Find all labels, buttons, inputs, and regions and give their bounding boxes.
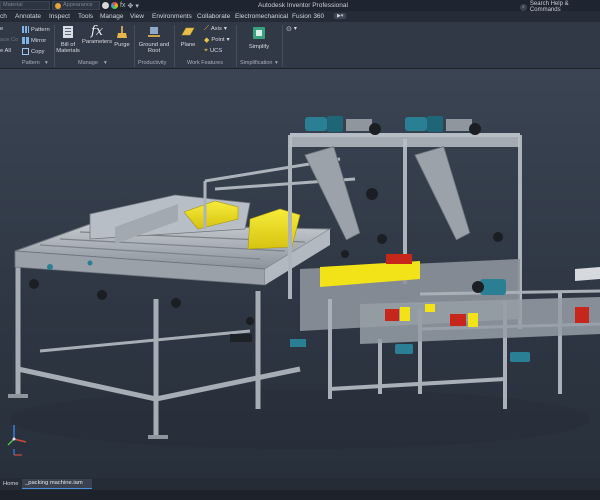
axis-icon: ⟋ <box>204 25 209 32</box>
axis-triad[interactable] <box>7 425 27 446</box>
fx-icon[interactable]: fx <box>120 2 125 9</box>
ground-and-root-label: Ground and Root <box>138 41 170 55</box>
panel-separator <box>134 25 135 67</box>
quick-access-toolbar: Material Appearance fx ✥ ▾ <box>0 1 139 10</box>
home-tab[interactable]: Home <box>1 480 20 488</box>
simplify-label: Simplify <box>248 43 270 50</box>
axis-label: Axis <box>210 26 222 32</box>
axis-triad-small <box>13 449 22 456</box>
chevron-down-icon[interactable]: ▾ <box>45 60 48 66</box>
status-bar <box>0 490 600 500</box>
graphics-viewport[interactable] <box>0 69 600 478</box>
pattern-icon <box>22 26 29 33</box>
bill-of-materials-label: Bill of Materials <box>56 41 80 55</box>
copy-label: Copy <box>31 48 45 55</box>
point-label: Point <box>211 37 225 43</box>
plane-label: Plane <box>180 41 196 48</box>
edge-module <box>575 267 600 281</box>
plane-icon <box>181 27 195 36</box>
search-icon: ⌕ <box>520 3 527 11</box>
foot-plate <box>148 435 168 439</box>
adjust-appearance-icon[interactable] <box>111 2 118 9</box>
title-bar: Material Appearance fx ✥ ▾ Autodesk Inve… <box>0 0 600 13</box>
material-dropdown[interactable]: Material <box>0 1 50 10</box>
roller-wheels <box>341 188 503 258</box>
broom-icon <box>117 26 127 38</box>
work-features-panel-label[interactable]: Work Features <box>187 60 223 66</box>
pattern-button[interactable]: Pattern <box>22 26 50 33</box>
tab-view[interactable]: View <box>130 13 144 20</box>
productivity-panel-label[interactable]: Productivity <box>138 60 166 66</box>
tab-electromechanical[interactable]: Electromechanical <box>235 13 288 20</box>
ribbon-options-button[interactable]: ⊙ ▾ <box>286 25 297 33</box>
ribbon: e ace Co e All Pattern Mirror Copy Patte… <box>0 22 600 69</box>
settings-icon: ⊙ <box>286 26 292 33</box>
tab-manage[interactable]: Manage <box>100 13 124 20</box>
top-motors[interactable] <box>305 116 481 135</box>
purge-label: Purge <box>114 41 130 48</box>
tab-tools[interactable]: Tools <box>78 13 93 20</box>
document-tab-packing-machine[interactable]: _packing machine.iam <box>22 479 92 489</box>
panel-separator <box>236 25 237 67</box>
ground-and-root-icon <box>148 27 160 37</box>
video-icon[interactable]: ▶▾ <box>334 13 347 19</box>
tab-sketch[interactable]: ch <box>0 13 7 20</box>
point-icon: ◆ <box>204 37 210 44</box>
ribbon-tab-bar: ch Annotate Inspect Tools Manage View En… <box>0 11 600 22</box>
mirror-icon <box>22 37 29 44</box>
tab-annotate[interactable]: Annotate <box>15 13 41 20</box>
move-icon[interactable]: ✥ <box>127 2 133 10</box>
simplify-button[interactable]: Simplify <box>244 25 274 50</box>
foot-plate <box>8 394 28 398</box>
pattern-label: Pattern <box>31 26 50 33</box>
chevron-down-icon[interactable]: ▾ <box>104 60 107 66</box>
panel-separator <box>174 25 175 67</box>
copy-button[interactable]: Copy <box>22 48 45 55</box>
tab-inspect[interactable]: Inspect <box>49 13 70 20</box>
document-tab-bar: Home _packing machine.iam <box>0 478 600 490</box>
simplify-icon <box>253 27 265 39</box>
tab-fusion-360[interactable]: Fusion 360 <box>292 13 324 20</box>
fx-parameters-icon: fx <box>90 24 104 39</box>
packing-machine-model[interactable] <box>0 69 600 478</box>
app-title: Autodesk Inventor Professional <box>258 2 348 9</box>
copy-icon <box>22 48 29 55</box>
ground-and-root-button[interactable]: Ground and Root <box>136 25 172 55</box>
caster-wheels <box>29 279 254 325</box>
pattern-left-fragment-2[interactable]: ace Co <box>0 37 18 43</box>
mirror-label: Mirror <box>31 37 47 44</box>
red-component <box>386 254 412 264</box>
chevron-down-icon: ▾ <box>293 26 297 32</box>
pattern-left-fragment-3[interactable]: e All <box>0 48 11 54</box>
chute-right[interactable] <box>414 145 475 244</box>
pattern-left-fragment-1[interactable]: e <box>0 26 3 32</box>
chevron-down-icon[interactable]: ▾ <box>227 37 230 43</box>
axis-button[interactable]: ⟋ Axis ▾ <box>204 25 227 33</box>
tab-collaborate[interactable]: Collaborate <box>197 13 230 20</box>
clear-appearance-icon[interactable] <box>102 2 109 9</box>
yellow-guard-right[interactable] <box>247 208 301 250</box>
ucs-label: UCS <box>209 48 223 54</box>
ucs-icon: ⌖ <box>204 47 208 54</box>
panel-separator <box>282 25 283 67</box>
point-button[interactable]: ◆ Point ▾ <box>204 36 230 44</box>
tab-environments[interactable]: Environments <box>152 13 192 20</box>
manage-panel-label[interactable]: Manage <box>78 60 98 66</box>
dropdown-icon[interactable]: ▾ <box>135 2 139 10</box>
chevron-down-icon[interactable]: ▾ <box>275 60 278 66</box>
simplification-panel-label[interactable]: Simplification <box>240 60 272 66</box>
purge-button[interactable]: Purge <box>112 25 132 48</box>
bill-of-materials-button[interactable]: Bill of Materials <box>55 25 81 55</box>
ucs-button[interactable]: ⌖ UCS <box>204 47 222 55</box>
pattern-panel-label[interactable]: Pattern <box>22 60 40 66</box>
mirror-button[interactable]: Mirror <box>22 37 46 44</box>
plane-button[interactable]: Plane <box>176 25 200 48</box>
bill-of-materials-icon <box>63 26 73 38</box>
chevron-down-icon[interactable]: ▾ <box>224 26 227 32</box>
parameters-button[interactable]: fx Parameters <box>82 25 112 46</box>
parameters-label: Parameters <box>82 39 112 45</box>
gantry-beam <box>290 133 520 147</box>
appearance-dropdown[interactable]: Appearance <box>52 1 100 10</box>
